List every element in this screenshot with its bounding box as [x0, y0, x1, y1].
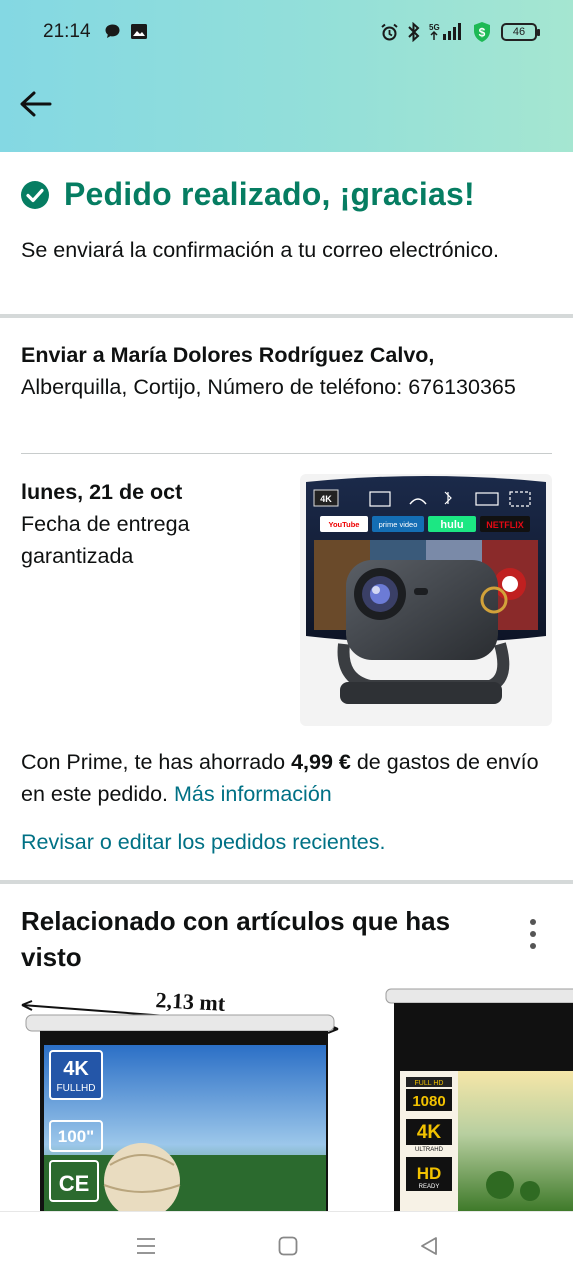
- more-info-link[interactable]: Más información: [174, 782, 332, 806]
- shield-dollar-icon: $: [474, 22, 490, 42]
- related-item-screen-2[interactable]: FULL HD 1080 4K ULTRAHD HD READY: [385, 988, 573, 1211]
- chat-bubble-icon: [105, 24, 120, 38]
- shipping-address: Enviar a María Dolores Rodríguez Calvo, …: [21, 339, 551, 403]
- badge-4k-2: 4K: [417, 1122, 442, 1143]
- prime-text-start: Con Prime, te has ahorrado: [21, 750, 292, 774]
- product-image[interactable]: 4K YouTube prime video hulu NETFLIX: [300, 474, 552, 726]
- badge-ce: CE: [59, 1171, 90, 1196]
- divider: [21, 453, 552, 454]
- confirmation-subtitle: Se enviará la confirmación a tu correo e…: [21, 238, 500, 262]
- section-divider: [0, 314, 573, 318]
- alarm-icon: [381, 23, 398, 40]
- badge-hd: HD: [417, 1164, 442, 1183]
- bluetooth-icon: [408, 22, 420, 42]
- related-products-carousel[interactable]: 2,13 mt 4K FULLHD 100" CE FULL HD 1080 4…: [0, 985, 573, 1211]
- system-status: 5G $ 46: [380, 21, 540, 43]
- badge-ultrahd: ULTRAHD: [415, 1147, 444, 1153]
- back-triangle-icon[interactable]: [417, 1234, 441, 1258]
- badge-ready: READY: [419, 1184, 440, 1190]
- address-text: Alberquilla, Cortijo, Número de teléfono…: [21, 375, 516, 399]
- delivery-note: Fecha de entrega garantizada: [21, 512, 190, 568]
- related-section-title: Relacionado con artículos que has visto: [21, 906, 451, 972]
- ship-to-label: Enviar a María Dolores Rodríguez Calvo,: [21, 343, 435, 367]
- status-bar: 21:14 5G $ 46: [0, 0, 573, 64]
- badge-1080: 1080: [412, 1093, 445, 1110]
- check-circle-icon: [21, 180, 49, 209]
- status-time: 21:14: [43, 21, 91, 42]
- svg-text:5G: 5G: [429, 23, 440, 32]
- projector-image: 4K YouTube prime video hulu NETFLIX: [306, 476, 546, 704]
- badge-4k: 4K: [63, 1058, 89, 1080]
- dimension-label: 2,13 mt: [155, 987, 227, 1016]
- confirmation-title: Pedido realizado, ¡gracias!: [64, 176, 475, 212]
- system-navigation-bar: [0, 1211, 573, 1280]
- badge-4k: 4K: [320, 494, 332, 504]
- related-item-screen-1[interactable]: 2,13 mt 4K FULLHD 100" CE: [21, 987, 339, 1211]
- app-header: 21:14 5G $ 46: [0, 0, 573, 152]
- badge-100: 100": [58, 1127, 94, 1146]
- back-arrow-icon[interactable]: [18, 88, 54, 120]
- savings-amount: 4,99 €: [291, 750, 351, 774]
- image-icon: [131, 24, 147, 39]
- notification-icons: [104, 23, 148, 40]
- prime-savings: Con Prime, te has ahorrado 4,99 € de gas…: [21, 746, 556, 810]
- review-orders-link[interactable]: Revisar o editar los pedidos recientes.: [21, 830, 386, 855]
- delivery-info: lunes, 21 de oct Fecha de entrega garant…: [21, 476, 281, 572]
- menu-icon[interactable]: [134, 1234, 158, 1258]
- badge-prime-video: prime video: [379, 520, 418, 529]
- badge-full-hd: FULL HD: [415, 1080, 444, 1087]
- badge-youtube: YouTube: [329, 520, 360, 529]
- badge-netflix: NETFLIX: [486, 520, 524, 530]
- home-icon[interactable]: [276, 1234, 300, 1258]
- svg-text:$: $: [479, 26, 486, 40]
- more-options-icon[interactable]: [527, 918, 539, 952]
- signal-icon: 5G: [429, 23, 461, 40]
- badge-hulu: hulu: [440, 519, 463, 531]
- badge-fullhd: FULLHD: [57, 1083, 96, 1094]
- battery-icon: 46: [501, 23, 540, 41]
- delivery-date: lunes, 21 de oct: [21, 480, 183, 504]
- order-confirmation-heading: Pedido realizado, ¡gracias!: [20, 176, 475, 213]
- carousel-images: 2,13 mt 4K FULLHD 100" CE FULL HD 1080 4…: [21, 987, 573, 1211]
- section-divider: [0, 880, 573, 884]
